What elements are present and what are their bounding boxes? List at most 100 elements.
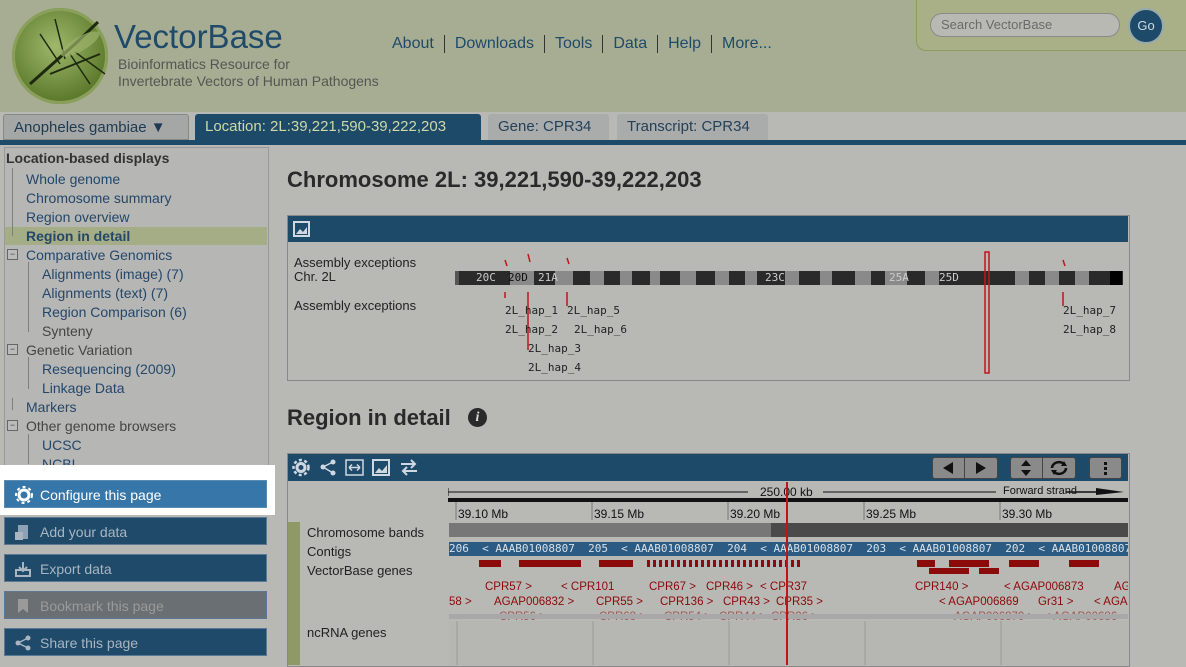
sidebar-item-linkage-data[interactable]: Linkage Data: [42, 380, 125, 396]
gene-label[interactable]: Gr31 >: [1038, 596, 1074, 608]
gene-label[interactable]: < AGAP006873: [1004, 581, 1084, 593]
tab-underline: [0, 140, 1186, 145]
page-title: Chromosome 2L: 39,221,590-39,222,203: [287, 167, 702, 192]
nav-help[interactable]: Help: [668, 35, 701, 53]
mosquito-logo-icon: [29, 18, 106, 86]
gene-label[interactable]: CPR35 >: [776, 596, 823, 608]
info-icon[interactable]: i: [468, 408, 487, 427]
collapse-icon[interactable]: −: [7, 249, 18, 260]
sidebar-item-comparative-genomics[interactable]: Comparative Genomics: [26, 247, 172, 263]
gene-label[interactable]: AGAP006832 >: [494, 596, 575, 608]
share-icon[interactable]: [319, 459, 337, 476]
nav-about[interactable]: About: [392, 35, 434, 53]
zoom-buttons: [1010, 457, 1076, 479]
hap-label[interactable]: 2L_hap_6: [574, 323, 627, 336]
image-export-icon[interactable]: [293, 221, 310, 237]
scroll-buttons: [932, 457, 998, 479]
contigs-track[interactable]: 206 < AAAB01008807 205 < AAAB01008807 20…: [449, 542, 1128, 556]
sidebar-item-other-browsers[interactable]: Other genome browsers: [26, 418, 176, 434]
hap-label[interactable]: 2L_hap_7: [1063, 304, 1116, 317]
hap-label[interactable]: 2L_hap_1: [505, 304, 558, 317]
tab-species[interactable]: Anopheles gambiae ▼: [3, 114, 189, 140]
tagline-line1: Bioinformatics Resource for: [118, 56, 290, 72]
expand-button[interactable]: [1011, 458, 1043, 478]
image-export-icon[interactable]: [372, 459, 390, 476]
sidebar-item-region-comparison[interactable]: Region Comparison (6): [42, 304, 187, 320]
sidebar-item-region-in-detail[interactable]: Region in detail: [26, 228, 130, 244]
scroll-left-button[interactable]: [933, 458, 965, 478]
nav-data[interactable]: Data: [613, 35, 647, 53]
share-label: Share this page: [40, 635, 139, 651]
nav-divider: [657, 35, 659, 53]
hap-label[interactable]: 2L_hap_8: [1063, 323, 1116, 336]
track-label-vectorbase-genes[interactable]: VectorBase genes: [307, 563, 413, 578]
collapse-icon[interactable]: −: [7, 344, 18, 355]
gene-label[interactable]: < AGA: [1094, 596, 1128, 608]
sidebar-item-chromosome-summary[interactable]: Chromosome summary: [26, 190, 171, 206]
tab-gene[interactable]: Gene: CPR34: [488, 114, 609, 140]
gene-label[interactable]: 58 >: [449, 596, 472, 608]
hap-label[interactable]: 2L_hap_4: [528, 361, 581, 374]
chromosome-band-dark[interactable]: [771, 523, 1128, 537]
nav-divider: [443, 35, 445, 53]
track-divider: [449, 614, 1128, 619]
tagline-line2: Invertebrate Vectors of Human Pathogens: [118, 73, 379, 89]
nav-tools[interactable]: Tools: [555, 35, 592, 53]
track-label-chromosome-bands[interactable]: Chromosome bands: [307, 525, 424, 540]
track-label-contigs[interactable]: Contigs: [307, 544, 351, 559]
export-data-label: Export data: [40, 561, 112, 577]
tab-location[interactable]: Location: 2L:39,221,590-39,222,203: [195, 114, 481, 140]
hap-label[interactable]: 2L_hap_3: [528, 342, 581, 355]
menu-button[interactable]: [1089, 457, 1122, 479]
tab-transcript[interactable]: Transcript: CPR34: [617, 114, 768, 140]
tree-line: [12, 398, 13, 410]
hap-label[interactable]: 2L_hap_2: [505, 323, 558, 336]
bookmark-label: Bookmark this page: [40, 598, 164, 614]
track-label-assembly-bottom: Assembly exceptions: [294, 298, 417, 313]
sidebar-item-resequencing[interactable]: Resequencing (2009): [42, 361, 176, 377]
add-data-icon: [15, 525, 28, 540]
refresh-button[interactable]: [1043, 458, 1075, 478]
chromosome-band-light[interactable]: [449, 523, 771, 537]
export-data-button[interactable]: Export data: [4, 554, 267, 582]
gene-label[interactable]: < AGAP006869: [939, 596, 1019, 608]
gene-label[interactable]: < CPR37: [760, 581, 807, 593]
collapse-icon[interactable]: −: [7, 420, 18, 431]
scroll-right-button[interactable]: [965, 458, 997, 478]
sidebar-item-ucsc[interactable]: UCSC: [42, 437, 82, 453]
hap-label[interactable]: 2L_hap_5: [567, 304, 620, 317]
search-input[interactable]: Search VectorBase: [930, 13, 1120, 37]
gene-label[interactable]: < CPR101: [561, 581, 614, 593]
sidebar-item-whole-genome[interactable]: Whole genome: [26, 171, 120, 187]
gene-label[interactable]: CPR136 >: [660, 596, 714, 608]
gene-label[interactable]: CPR67 >: [649, 581, 696, 593]
swap-arrows-icon[interactable]: [399, 459, 419, 476]
sidebar-item-alignments-image[interactable]: Alignments (image) (7): [42, 266, 184, 282]
gene-label[interactable]: CPR46 >: [706, 581, 753, 593]
gene-label[interactable]: CPR57 >: [485, 581, 532, 593]
gear-icon[interactable]: [291, 458, 311, 477]
resize-icon[interactable]: [345, 459, 364, 476]
top-navigation: About Downloads Tools Data Help More...: [392, 35, 772, 53]
track-label-ncrna-genes[interactable]: ncRNA genes: [307, 625, 387, 640]
brand-title[interactable]: VectorBase: [114, 18, 283, 56]
nav-downloads[interactable]: Downloads: [455, 35, 534, 53]
sidebar-item-alignments-text[interactable]: Alignments (text) (7): [42, 285, 168, 301]
gene-label[interactable]: CPR55 >: [596, 596, 643, 608]
gene-label[interactable]: CPR43 >: [723, 596, 770, 608]
gene-label[interactable]: AG: [1114, 581, 1128, 593]
nav-more[interactable]: More...: [722, 35, 772, 53]
configure-page-button[interactable]: Configure this page: [4, 480, 267, 508]
band-label: 25D: [939, 271, 959, 284]
sidebar-item-genetic-variation[interactable]: Genetic Variation: [26, 342, 132, 358]
share-page-button[interactable]: Share this page: [4, 628, 267, 656]
sidebar-item-markers[interactable]: Markers: [26, 399, 77, 415]
add-data-button[interactable]: Add your data: [4, 517, 267, 545]
search-go-button[interactable]: Go: [1128, 8, 1164, 44]
sidebar-title: Location-based displays: [6, 150, 170, 166]
bookmark-page-button[interactable]: Bookmark this page: [4, 591, 267, 619]
tick-label: 39.20 Mb: [730, 507, 781, 521]
gene-label[interactable]: CPR140 >: [915, 581, 969, 593]
sidebar-item-region-overview[interactable]: Region overview: [26, 209, 130, 225]
gene-track[interactable]: CPR57 > < CPR101 CPR67 > CPR46 > < CPR37…: [449, 558, 1128, 622]
